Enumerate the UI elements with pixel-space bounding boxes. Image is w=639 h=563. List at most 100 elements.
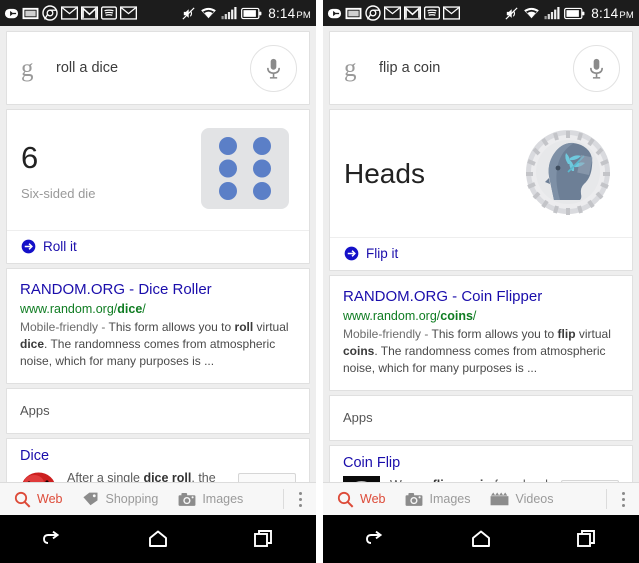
coin-heads-icon (526, 130, 610, 215)
mute-icon (182, 6, 195, 20)
web-result-card[interactable]: RANDOM.ORG - Coin Flipper www.random.org… (329, 275, 633, 391)
search-tab-bar: Web Shopping Images (0, 482, 316, 515)
recents-icon[interactable] (251, 527, 275, 551)
six-sided-die-icon (201, 128, 289, 209)
search-query-text[interactable]: flip a coin (379, 60, 573, 76)
answer-card-coin: Heads Flip it (329, 109, 633, 271)
mail-icon (384, 6, 401, 20)
microphone-icon (590, 58, 603, 79)
app-result-card[interactable]: Coin Flip Wanna flip a coin for a hard d… (329, 444, 633, 482)
answer-graphic (201, 128, 295, 214)
result-url: www.random.org/coins/ (343, 308, 477, 323)
answer-body: 6 Six-sided die (7, 110, 309, 230)
search-bar[interactable]: g roll a dice (7, 32, 309, 104)
answer-text-block: Heads (344, 158, 524, 190)
tab-images[interactable]: Images (405, 492, 470, 507)
app-title-link[interactable]: Dice (20, 448, 296, 464)
tab-videos[interactable]: Videos (490, 491, 553, 507)
home-icon[interactable] (146, 527, 170, 551)
camera-icon (406, 492, 423, 506)
result-title-link[interactable]: RANDOM.ORG - Dice Roller (20, 280, 296, 300)
action-label: Flip it (366, 246, 399, 261)
app-result-card[interactable]: Dice After a single dice roll, the whole… (6, 437, 310, 482)
gmail-icon (81, 6, 98, 20)
download-icon (4, 8, 19, 18)
signal-bars-icon (544, 7, 560, 20)
dot (621, 497, 625, 501)
tab-label: Web (37, 492, 63, 506)
more-options-icon[interactable] (284, 491, 316, 507)
search-results-content: g roll a dice 6 Six-sided die Roll it RA… (0, 26, 316, 482)
web-result[interactable]: RANDOM.ORG - Coin Flipper www.random.org… (330, 276, 632, 390)
result-url: www.random.org/dice/ (20, 301, 146, 316)
tab-images[interactable]: Images (178, 492, 243, 507)
red-dice-app-icon (20, 468, 57, 482)
tab-label: Shopping (105, 492, 159, 506)
answer-text-block: 6 Six-sided die (21, 140, 201, 202)
video-clapper-icon (491, 492, 509, 506)
app-row[interactable]: Coin Flip Wanna flip a coin for a hard d… (330, 446, 632, 482)
voice-search-button[interactable] (573, 44, 620, 92)
answer-subtitle: Six-sided die (21, 186, 96, 202)
dot (298, 497, 302, 501)
app-price-button[interactable]: Free (238, 472, 296, 482)
roll-it-action[interactable]: Roll it (7, 230, 309, 263)
app-title-link[interactable]: Coin Flip (343, 455, 619, 471)
status-system-icons: 8:14PM (181, 6, 311, 21)
tab-label: Images (429, 492, 471, 506)
battery-icon (564, 7, 585, 19)
search-bar-card[interactable]: g flip a coin (329, 31, 633, 105)
search-bar-card[interactable]: g roll a dice (6, 31, 310, 105)
signal-bars-icon (221, 7, 237, 20)
status-bar: 8:14PM (0, 0, 316, 26)
answer-value: Heads (344, 158, 425, 190)
status-system-icons: 8:14PM (504, 6, 634, 21)
status-notification-icons (327, 5, 460, 21)
app-row[interactable]: Dice After a single dice roll, the whole… (7, 439, 309, 482)
gmail-icon (404, 6, 421, 20)
spotify-icon (424, 6, 440, 20)
voice-search-button[interactable] (250, 44, 297, 92)
more-options-icon[interactable] (607, 491, 639, 507)
spotify-icon (101, 6, 117, 20)
android-nav-bar (0, 515, 316, 563)
chrome-icon (365, 5, 381, 21)
mail-icon (61, 6, 78, 20)
download-icon (327, 8, 342, 18)
answer-body: Heads (330, 110, 632, 237)
search-bar[interactable]: g flip a coin (330, 32, 632, 104)
tab-web[interactable]: Web (337, 491, 385, 508)
phone-screen-dice: 8:14PM g roll a dice 6 Six-sided die Rol… (0, 0, 316, 563)
android-nav-bar (323, 515, 639, 563)
status-clock: 8:14PM (591, 5, 634, 21)
flip-it-action[interactable]: Flip it (330, 237, 632, 270)
google-g-icon: g (344, 54, 357, 82)
dot (621, 491, 625, 495)
search-query-text[interactable]: roll a dice (56, 60, 250, 76)
back-icon[interactable] (364, 527, 388, 551)
dual-screenshot: 8:14PM g roll a dice 6 Six-sided die Rol… (0, 0, 639, 563)
phone-screen-coin: 8:14PM g flip a coin Heads Flip it RANDO… (323, 0, 639, 563)
panel-divider (316, 0, 323, 563)
dot (621, 503, 625, 507)
result-title-link[interactable]: RANDOM.ORG - Coin Flipper (343, 287, 619, 307)
apps-section-heading: Apps (343, 409, 373, 425)
web-result-card[interactable]: RANDOM.ORG - Dice Roller www.random.org/… (6, 268, 310, 384)
tab-label: Web (360, 492, 386, 506)
search-results-content: g flip a coin Heads Flip it RANDOM.ORG -… (323, 26, 639, 482)
web-result[interactable]: RANDOM.ORG - Dice Roller www.random.org/… (7, 269, 309, 383)
screenshot-icon (22, 7, 39, 19)
home-icon[interactable] (469, 527, 493, 551)
tab-label: Videos (515, 492, 554, 506)
answer-graphic (524, 128, 618, 221)
status-clock: 8:14PM (268, 5, 311, 21)
apps-heading-card: Apps (6, 387, 310, 434)
back-icon[interactable] (41, 527, 65, 551)
tab-shopping[interactable]: Shopping (82, 491, 158, 507)
arrow-circle-right-icon (344, 246, 359, 261)
microphone-icon (267, 58, 280, 79)
recents-icon[interactable] (574, 527, 598, 551)
tab-web[interactable]: Web (14, 491, 62, 508)
camera-icon (178, 492, 196, 506)
answer-card-dice: 6 Six-sided die Roll it (6, 109, 310, 264)
